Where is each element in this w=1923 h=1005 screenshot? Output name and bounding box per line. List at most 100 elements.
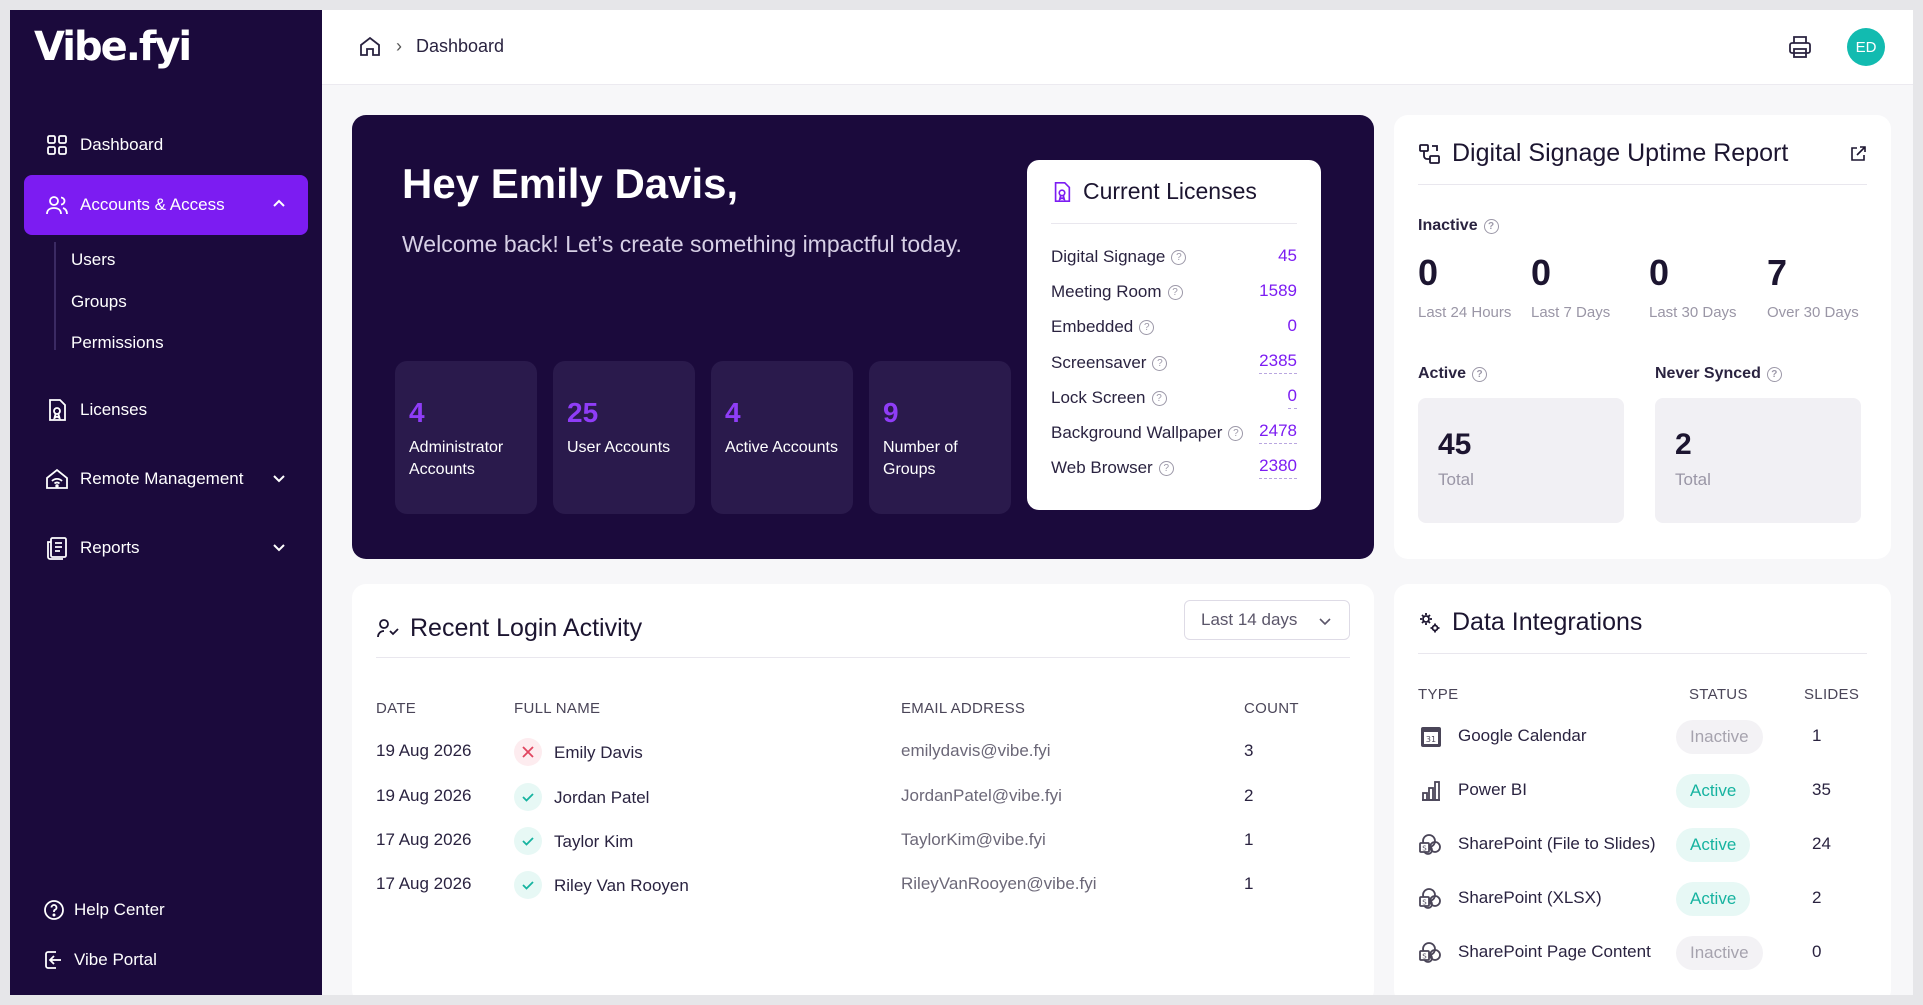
chevron-right-icon: › [396,35,402,56]
vibe-portal-link[interactable]: Vibe Portal [42,948,157,972]
sidebar-item-dashboard[interactable]: Dashboard [24,115,308,175]
calendar-icon: 31 [1418,724,1444,750]
stat-card-admin[interactable]: 4 Administrator Accounts [395,361,537,514]
license-label: Lock Screen [1051,387,1146,407]
sharepoint-icon: S [1418,832,1444,858]
license-value[interactable]: 2478 [1259,421,1297,444]
license-label: Meeting Room [1051,282,1162,301]
stat-card-users[interactable]: 25 User Accounts [553,361,695,514]
breadcrumb: › Dashboard [358,34,504,58]
stat-label: Administrator Accounts [409,439,504,478]
chevron-down-icon[interactable] [270,538,288,556]
uptime-title-text: Digital Signage Uptime Report [1452,139,1789,167]
login-email: JordanPatel@vibe.fyi [901,786,1062,805]
home-icon[interactable] [358,34,382,58]
column-header-slides[interactable]: SLIDES [1804,686,1859,703]
status-badge: Active [1676,774,1751,808]
column-header-type[interactable]: TYPE [1418,686,1458,703]
sidebar-item-remote-management[interactable]: Remote Management [24,449,308,509]
never-synced-total-value: 2 [1675,428,1692,461]
help-tooltip-icon[interactable]: ? [1152,355,1168,371]
license-value[interactable]: 0 [1288,316,1297,338]
recent-login-panel: Recent Login Activity Last 14 days DATE … [352,584,1374,995]
license-label: Screensaver [1051,352,1147,372]
sidebar-item-accounts-access[interactable]: Accounts & Access [24,175,308,235]
check-icon [514,783,542,811]
divider [1418,653,1867,654]
svg-text:31: 31 [1426,735,1436,744]
help-center-link[interactable]: Help Center [42,898,165,922]
license-value[interactable]: 1589 [1259,281,1297,303]
license-icon [1054,181,1071,202]
login-email: RileyVanRooyen@vibe.fyi [901,874,1097,893]
help-tooltip-icon[interactable]: ? [1151,390,1167,406]
stat-card-active[interactable]: 4 Active Accounts [711,361,853,514]
status-badge: Active [1676,882,1751,916]
login-name: Riley Van Rooyen [554,876,689,895]
sidebar-item-licenses[interactable]: Licenses [24,380,308,440]
sidebar-subitem-users[interactable]: Users [71,250,115,270]
license-value[interactable]: 0 [1287,386,1297,409]
login-date: 19 Aug 2026 [376,786,472,805]
login-name: Jordan Patel [554,788,650,807]
stat-value: 9 [883,397,899,428]
login-date: 19 Aug 2026 [376,741,472,760]
column-header-email[interactable]: EMAIL ADDRESS [901,700,1025,717]
sidebar-subitem-permissions[interactable]: Permissions [71,333,164,353]
logo[interactable]: Vibe.fyi [34,24,192,70]
license-value[interactable]: 2385 [1259,351,1297,374]
license-label: Background Wallpaper [1051,422,1223,442]
license-value[interactable]: 2380 [1259,456,1297,479]
sidebar-item-reports[interactable]: Reports [24,518,308,578]
integration-type: Google Calendar [1458,726,1587,745]
login-name: Taylor Kim [554,832,634,851]
integration-slides: 35 [1812,780,1831,799]
submenu-line [54,242,56,350]
login-name: Emily Davis [554,743,643,762]
column-header-count[interactable]: COUNT [1244,700,1299,717]
column-header-status[interactable]: STATUS [1689,686,1748,703]
help-tooltip-icon[interactable]: ? [1472,366,1488,382]
external-link-icon[interactable] [1849,145,1867,163]
svg-text:S: S [1422,953,1427,961]
date-range-select[interactable]: Last 14 days [1184,600,1350,640]
sidebar-subitem-groups[interactable]: Groups [71,292,127,312]
inactive-value: 0 [1531,252,1552,293]
never-synced-total-box[interactable]: 2 Total [1655,398,1861,523]
column-header-name[interactable]: FULL NAME [514,700,600,717]
help-tooltip-icon[interactable]: ? [1483,218,1499,234]
sidebar-item-label: Licenses [80,400,148,419]
license-value[interactable]: 45 [1278,246,1297,268]
help-tooltip-icon[interactable]: ? [1171,250,1187,266]
login-count: 1 [1244,830,1254,849]
avatar[interactable]: ED [1847,28,1885,66]
data-integrations-panel: Data Integrations TYPE STATUS SLIDES 31 … [1394,584,1891,995]
failed-icon [514,738,542,766]
column-header-date[interactable]: DATE [376,700,416,717]
license-row: Screensaver? 2385 [1051,351,1297,374]
grid-icon [44,132,70,158]
uptime-title: Digital Signage Uptime Report [1418,139,1788,168]
never-synced-label-text: Never Synced [1655,365,1761,382]
uptime-report-panel: Digital Signage Uptime Report Inactive? … [1394,115,1891,559]
help-tooltip-icon[interactable]: ? [1766,366,1782,382]
stat-card-groups[interactable]: 9 Number of Groups [869,361,1011,514]
chevron-up-icon[interactable] [270,195,288,213]
help-tooltip-icon[interactable]: ? [1139,320,1155,336]
help-tooltip-icon[interactable]: ? [1158,460,1174,476]
licenses-title-text: Current Licenses [1083,178,1257,204]
help-tooltip-icon[interactable]: ? [1167,285,1183,301]
chevron-down-icon[interactable] [270,469,288,487]
sharepoint-icon: S [1418,886,1444,912]
integration-slides: 0 [1812,942,1822,961]
active-total-value: 45 [1438,428,1472,461]
integration-type: SharePoint (File to Slides) [1458,834,1656,853]
active-total-box[interactable]: 45 Total [1418,398,1624,523]
printer-icon[interactable] [1787,34,1813,60]
login-date: 17 Aug 2026 [376,830,472,849]
license-row: Embedded? 0 [1051,316,1297,338]
reports-icon [44,535,70,561]
help-tooltip-icon[interactable]: ? [1228,425,1244,441]
status-badge: Active [1676,828,1751,862]
topbar: › Dashboard ED [322,10,1913,85]
